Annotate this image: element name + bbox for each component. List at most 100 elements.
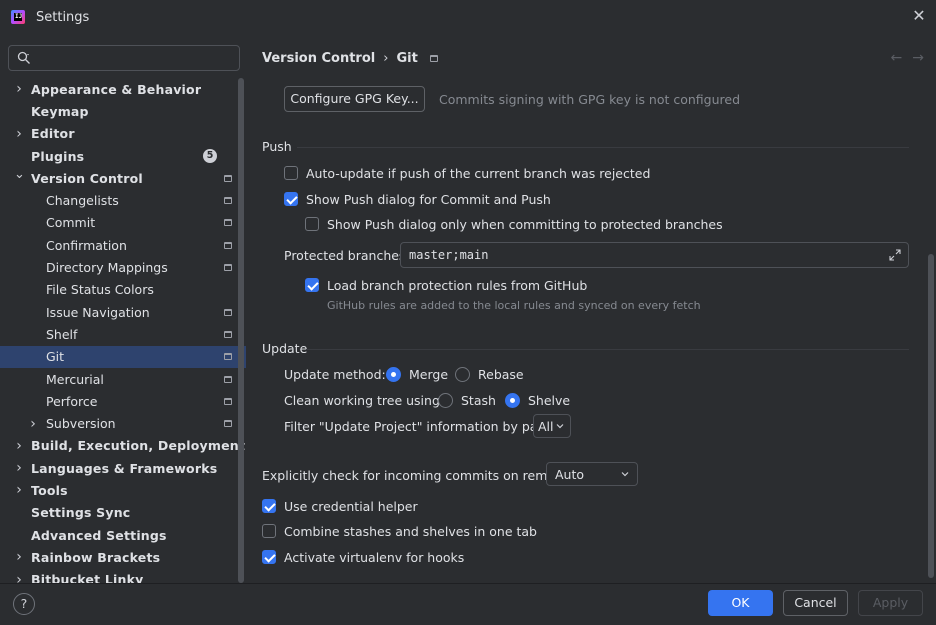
auto-update-checkbox[interactable]: Auto-update if push of the current branc…	[284, 164, 650, 182]
project-scope-icon	[429, 54, 438, 62]
sidebar-item-rainbow-brackets[interactable]: › Rainbow Brackets	[0, 546, 246, 568]
incoming-commits-dropdown[interactable]: Auto	[546, 462, 638, 486]
sidebar-item-perforce[interactable]: Perforce	[0, 390, 246, 412]
chevron-right-icon[interactable]: ›	[14, 483, 24, 497]
checkbox-checked[interactable]	[305, 278, 319, 292]
help-icon[interactable]: ?	[13, 593, 35, 615]
clean-tree-label: Clean working tree using:	[284, 393, 445, 408]
chevron-down-icon	[621, 472, 629, 477]
chevron-down-icon[interactable]: ⌄	[14, 168, 25, 181]
chevron-right-icon[interactable]: ›	[14, 461, 24, 475]
chevron-right-icon[interactable]: ›	[14, 439, 24, 453]
chevron-right-icon[interactable]: ›	[14, 573, 24, 583]
sidebar-item-label: Advanced Settings	[31, 527, 167, 543]
sidebar-item-file-status-colors[interactable]: File Status Colors	[0, 279, 246, 301]
chevron-right-icon[interactable]: ›	[14, 550, 24, 564]
chevron-right-icon[interactable]: ›	[14, 127, 24, 141]
shelve-radio[interactable]: Shelve	[505, 391, 570, 409]
checkbox[interactable]	[284, 166, 298, 180]
sidebar-item-plugins[interactable]: Plugins 5	[0, 145, 246, 167]
back-arrow-icon[interactable]: ←	[891, 50, 903, 66]
apply-button[interactable]: Apply	[858, 590, 923, 616]
credential-helper-checkbox[interactable]: Use credential helper	[262, 497, 418, 515]
stash-radio[interactable]: Stash	[438, 391, 496, 409]
sidebar-item-version-control[interactable]: ⌄ Version Control	[0, 167, 246, 189]
sidebar-item-shelf[interactable]: Shelf	[0, 323, 246, 345]
push-section-divider	[297, 147, 909, 148]
forward-arrow-icon[interactable]: →	[912, 50, 924, 66]
sidebar-item-appearance-behavior[interactable]: › Appearance & Behavior	[0, 78, 246, 100]
search-icon	[17, 51, 30, 64]
sidebar-item-directory-mappings[interactable]: Directory Mappings	[0, 256, 246, 278]
sidebar-item-label: Languages & Frameworks	[31, 460, 218, 476]
settings-sidebar: › Appearance & Behavior Keymap › Editor Plugi…	[0, 36, 246, 583]
show-push-protected-checkbox[interactable]: Show Push dialog only when committing to…	[305, 215, 723, 233]
activate-venv-checkbox[interactable]: Activate virtualenv for hooks	[262, 548, 464, 566]
sidebar-item-keymap[interactable]: Keymap	[0, 100, 246, 122]
breadcrumb-parent[interactable]: Version Control	[262, 51, 375, 66]
sidebar-item-confirmation[interactable]: Confirmation	[0, 234, 246, 256]
checkbox[interactable]	[305, 217, 319, 231]
sidebar-item-issue-navigation[interactable]: Issue Navigation	[0, 301, 246, 323]
stash-label: Stash	[461, 392, 496, 408]
shelve-label: Shelve	[528, 392, 571, 408]
sidebar-item-label: Tools	[31, 482, 68, 498]
close-icon[interactable]: ✕	[911, 8, 927, 24]
cancel-button[interactable]: Cancel	[783, 590, 848, 616]
project-scope-icon	[224, 174, 232, 182]
sidebar-item-bitbucket-linky[interactable]: › Bitbucket Linky	[0, 569, 246, 583]
project-scope-icon	[224, 420, 232, 428]
incoming-commits-value: Auto	[555, 467, 585, 482]
sidebar-item-advanced-settings[interactable]: Advanced Settings	[0, 524, 246, 546]
sidebar-item-label: Shelf	[46, 326, 78, 342]
merge-radio[interactable]: Merge	[386, 365, 448, 383]
ok-button[interactable]: OK	[708, 590, 773, 616]
sidebar-item-languages-frameworks[interactable]: › Languages & Frameworks	[0, 457, 246, 479]
radio[interactable]	[438, 392, 453, 408]
sidebar-item-label: Directory Mappings	[46, 260, 168, 276]
sidebar-item-label: Issue Navigation	[46, 304, 150, 320]
filter-paths-dropdown[interactable]: All	[533, 414, 571, 438]
title-bar: IJ Settings ✕	[0, 0, 936, 36]
radio[interactable]	[455, 366, 470, 382]
configure-gpg-key-button[interactable]: Configure GPG Key...	[284, 86, 425, 112]
sidebar-item-subversion[interactable]: › Subversion	[0, 412, 246, 434]
update-section-divider	[306, 349, 909, 350]
expand-icon[interactable]	[888, 248, 902, 262]
chevron-right-icon[interactable]: ›	[28, 417, 38, 431]
sidebar-item-settings-sync[interactable]: Settings Sync	[0, 502, 246, 524]
filter-paths-value: All	[538, 419, 554, 434]
checkbox[interactable]	[262, 524, 276, 538]
combine-stashes-checkbox[interactable]: Combine stashes and shelves in one tab	[262, 522, 537, 540]
combine-stashes-label: Combine stashes and shelves in one tab	[284, 523, 537, 539]
search-box[interactable]	[8, 45, 240, 71]
chevron-right-icon[interactable]: ›	[14, 82, 24, 96]
sidebar-item-label: Plugins	[31, 148, 85, 164]
checkbox-checked[interactable]	[262, 499, 276, 513]
sidebar-item-mercurial[interactable]: Mercurial	[0, 368, 246, 390]
checkbox-checked[interactable]	[262, 550, 276, 564]
sidebar-item-tools[interactable]: › Tools	[0, 479, 246, 501]
sidebar-item-commit[interactable]: Commit	[0, 212, 246, 234]
sidebar-item-changelists[interactable]: Changelists	[0, 189, 246, 211]
update-section-title: Update	[262, 341, 308, 356]
search-input[interactable]	[37, 49, 233, 67]
auto-update-label: Auto-update if push of the current branc…	[306, 165, 651, 181]
main-scrollbar[interactable]	[928, 254, 934, 578]
sidebar-item-editor[interactable]: › Editor	[0, 123, 246, 145]
radio-selected[interactable]	[505, 392, 520, 408]
show-push-dialog-checkbox[interactable]: Show Push dialog for Commit and Push	[284, 190, 551, 208]
radio-selected[interactable]	[386, 366, 401, 382]
sidebar-scrollbar[interactable]	[238, 78, 244, 583]
protected-branches-label: Protected branches:	[284, 248, 410, 263]
dialog-footer: ? OK Cancel Apply	[0, 583, 936, 625]
sidebar-item-label: Bitbucket Linky	[31, 572, 144, 583]
checkbox-checked[interactable]	[284, 192, 298, 206]
sidebar-item-git[interactable]: Git	[0, 345, 246, 368]
settings-tree: › Appearance & Behavior Keymap › Editor Plugi…	[0, 78, 246, 583]
rebase-radio[interactable]: Rebase	[455, 365, 524, 383]
protected-branches-field[interactable]: master;main	[400, 242, 909, 268]
load-rules-checkbox[interactable]: Load branch protection rules from GitHub	[305, 276, 587, 294]
breadcrumb: Version Control › Git	[262, 49, 438, 67]
sidebar-item-build-execution-deployment[interactable]: › Build, Execution, Deployment	[0, 435, 246, 457]
